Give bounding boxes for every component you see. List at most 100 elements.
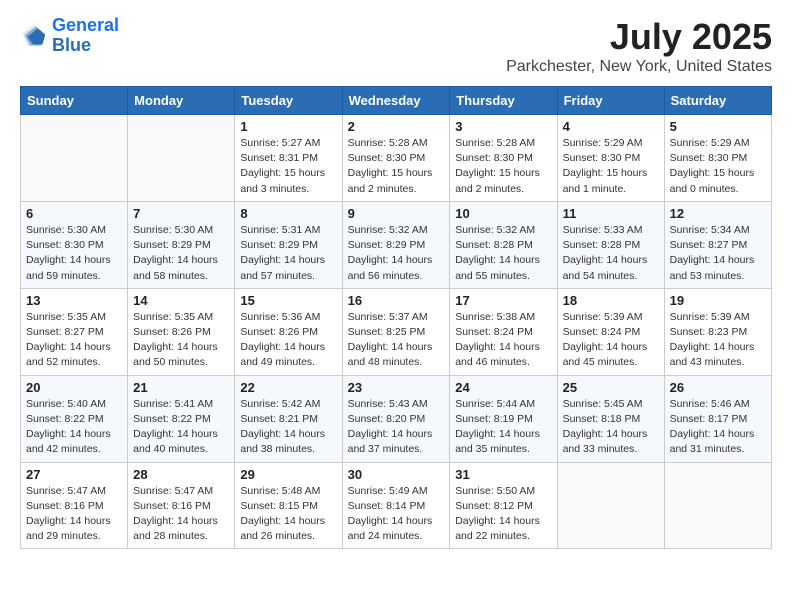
col-header-wednesday: Wednesday bbox=[342, 87, 450, 115]
calendar-cell bbox=[664, 462, 771, 549]
col-header-thursday: Thursday bbox=[450, 87, 557, 115]
day-detail: Sunrise: 5:35 AM Sunset: 8:26 PM Dayligh… bbox=[133, 310, 229, 371]
calendar-cell: 22Sunrise: 5:42 AM Sunset: 8:21 PM Dayli… bbox=[235, 375, 342, 462]
day-number: 29 bbox=[240, 467, 336, 482]
calendar-week-row: 1Sunrise: 5:27 AM Sunset: 8:31 PM Daylig… bbox=[21, 115, 772, 202]
calendar-cell: 25 Sunrise: 5:45 AM Sunset: 8:18 PM Dayli… bbox=[557, 375, 664, 462]
day-detail: Sunrise: 5:32 AM Sunset: 8:29 PM Dayligh… bbox=[348, 223, 445, 284]
calendar-cell: 18Sunrise: 5:39 AM Sunset: 8:24 PM Dayli… bbox=[557, 288, 664, 375]
day-number: 14 bbox=[133, 293, 229, 308]
calendar-cell: 10 Sunrise: 5:32 AM Sunset: 8:28 PM Dayli… bbox=[450, 201, 557, 288]
day-detail: Sunrise: 5:30 AM Sunset: 8:29 PM Dayligh… bbox=[133, 223, 229, 284]
day-detail: Sunrise: 5:33 AM Sunset: 8:28 PM Dayligh… bbox=[563, 223, 659, 284]
day-detail: Sunrise: 5:28 AM Sunset: 8:30 PM Dayligh… bbox=[455, 136, 551, 197]
page-header: General Blue July 2025 Parkchester, New … bbox=[20, 16, 772, 76]
day-number: 27 bbox=[26, 467, 122, 482]
calendar-week-row: 13 Sunrise: 5:35 AM Sunset: 8:27 PM Dayli… bbox=[21, 288, 772, 375]
calendar-cell: 9Sunrise: 5:32 AM Sunset: 8:29 PM Daylig… bbox=[342, 201, 450, 288]
calendar-week-row: 27 Sunrise: 5:47 AM Sunset: 8:16 PM Dayli… bbox=[21, 462, 772, 549]
calendar-week-row: 6 Sunrise: 5:30 AM Sunset: 8:30 PM Daylig… bbox=[21, 201, 772, 288]
calendar-cell: 13 Sunrise: 5:35 AM Sunset: 8:27 PM Dayli… bbox=[21, 288, 128, 375]
calendar-cell: 29 Sunrise: 5:48 AM Sunset: 8:15 PM Dayli… bbox=[235, 462, 342, 549]
day-number: 10 bbox=[455, 206, 551, 221]
day-number: 12 bbox=[670, 206, 766, 221]
calendar-cell bbox=[21, 115, 128, 202]
day-detail: Sunrise: 5:50 AM Sunset: 8:12 PM Dayligh… bbox=[455, 484, 551, 545]
day-number: 16 bbox=[348, 293, 445, 308]
logo: General Blue bbox=[20, 16, 119, 56]
day-number: 23 bbox=[348, 380, 445, 395]
calendar-cell: 2 Sunrise: 5:28 AM Sunset: 8:30 PM Daylig… bbox=[342, 115, 450, 202]
day-number: 3 bbox=[455, 119, 551, 134]
day-number: 5 bbox=[670, 119, 766, 134]
day-detail: Sunrise: 5:31 AM Sunset: 8:29 PM Dayligh… bbox=[240, 223, 336, 284]
calendar-cell: 21 Sunrise: 5:41 AM Sunset: 8:22 PM Dayli… bbox=[128, 375, 235, 462]
calendar-cell: 26 Sunrise: 5:46 AM Sunset: 8:17 PM Dayli… bbox=[664, 375, 771, 462]
col-header-friday: Friday bbox=[557, 87, 664, 115]
day-number: 24 bbox=[455, 380, 551, 395]
day-number: 4 bbox=[563, 119, 659, 134]
day-number: 22 bbox=[240, 380, 336, 395]
calendar-cell: 6 Sunrise: 5:30 AM Sunset: 8:30 PM Daylig… bbox=[21, 201, 128, 288]
calendar-cell: 19 Sunrise: 5:39 AM Sunset: 8:23 PM Dayli… bbox=[664, 288, 771, 375]
calendar-cell bbox=[557, 462, 664, 549]
calendar-cell: 7 Sunrise: 5:30 AM Sunset: 8:29 PM Daylig… bbox=[128, 201, 235, 288]
day-number: 15 bbox=[240, 293, 336, 308]
day-number: 2 bbox=[348, 119, 445, 134]
calendar-cell: 28Sunrise: 5:47 AM Sunset: 8:16 PM Dayli… bbox=[128, 462, 235, 549]
calendar-cell: 15Sunrise: 5:36 AM Sunset: 8:26 PM Dayli… bbox=[235, 288, 342, 375]
day-detail: Sunrise: 5:37 AM Sunset: 8:25 PM Dayligh… bbox=[348, 310, 445, 371]
calendar-cell: 1Sunrise: 5:27 AM Sunset: 8:31 PM Daylig… bbox=[235, 115, 342, 202]
day-detail: Sunrise: 5:30 AM Sunset: 8:30 PM Dayligh… bbox=[26, 223, 122, 284]
day-detail: Sunrise: 5:46 AM Sunset: 8:17 PM Dayligh… bbox=[670, 397, 766, 458]
day-detail: Sunrise: 5:40 AM Sunset: 8:22 PM Dayligh… bbox=[26, 397, 122, 458]
col-header-tuesday: Tuesday bbox=[235, 87, 342, 115]
col-header-saturday: Saturday bbox=[664, 87, 771, 115]
calendar-cell: 12 Sunrise: 5:34 AM Sunset: 8:27 PM Dayli… bbox=[664, 201, 771, 288]
day-number: 28 bbox=[133, 467, 229, 482]
day-number: 13 bbox=[26, 293, 122, 308]
day-detail: Sunrise: 5:38 AM Sunset: 8:24 PM Dayligh… bbox=[455, 310, 551, 371]
day-number: 6 bbox=[26, 206, 122, 221]
calendar-cell: 3 Sunrise: 5:28 AM Sunset: 8:30 PM Daylig… bbox=[450, 115, 557, 202]
day-number: 20 bbox=[26, 380, 122, 395]
main-title: July 2025 bbox=[506, 16, 772, 58]
day-detail: Sunrise: 5:27 AM Sunset: 8:31 PM Dayligh… bbox=[240, 136, 336, 197]
day-number: 30 bbox=[348, 467, 445, 482]
day-number: 8 bbox=[240, 206, 336, 221]
day-number: 26 bbox=[670, 380, 766, 395]
day-number: 11 bbox=[563, 206, 659, 221]
day-detail: Sunrise: 5:29 AM Sunset: 8:30 PM Dayligh… bbox=[670, 136, 766, 197]
day-detail: Sunrise: 5:43 AM Sunset: 8:20 PM Dayligh… bbox=[348, 397, 445, 458]
day-detail: Sunrise: 5:35 AM Sunset: 8:27 PM Dayligh… bbox=[26, 310, 122, 371]
day-detail: Sunrise: 5:45 AM Sunset: 8:18 PM Dayligh… bbox=[563, 397, 659, 458]
calendar-cell: 8 Sunrise: 5:31 AM Sunset: 8:29 PM Daylig… bbox=[235, 201, 342, 288]
calendar-cell: 30 Sunrise: 5:49 AM Sunset: 8:14 PM Dayli… bbox=[342, 462, 450, 549]
day-number: 19 bbox=[670, 293, 766, 308]
day-number: 7 bbox=[133, 206, 229, 221]
calendar-cell: 23 Sunrise: 5:43 AM Sunset: 8:20 PM Dayli… bbox=[342, 375, 450, 462]
day-detail: Sunrise: 5:28 AM Sunset: 8:30 PM Dayligh… bbox=[348, 136, 445, 197]
day-detail: Sunrise: 5:49 AM Sunset: 8:14 PM Dayligh… bbox=[348, 484, 445, 545]
calendar-cell bbox=[128, 115, 235, 202]
calendar-cell: 11 Sunrise: 5:33 AM Sunset: 8:28 PM Dayli… bbox=[557, 201, 664, 288]
day-detail: Sunrise: 5:32 AM Sunset: 8:28 PM Dayligh… bbox=[455, 223, 551, 284]
day-detail: Sunrise: 5:47 AM Sunset: 8:16 PM Dayligh… bbox=[26, 484, 122, 545]
day-detail: Sunrise: 5:39 AM Sunset: 8:24 PM Dayligh… bbox=[563, 310, 659, 371]
day-detail: Sunrise: 5:48 AM Sunset: 8:15 PM Dayligh… bbox=[240, 484, 336, 545]
day-number: 25 bbox=[563, 380, 659, 395]
col-header-monday: Monday bbox=[128, 87, 235, 115]
calendar-table: SundayMondayTuesdayWednesdayThursdayFrid… bbox=[20, 86, 772, 549]
col-header-sunday: Sunday bbox=[21, 87, 128, 115]
day-detail: Sunrise: 5:34 AM Sunset: 8:27 PM Dayligh… bbox=[670, 223, 766, 284]
calendar-cell: 16 Sunrise: 5:37 AM Sunset: 8:25 PM Dayli… bbox=[342, 288, 450, 375]
calendar-cell: 20 Sunrise: 5:40 AM Sunset: 8:22 PM Dayli… bbox=[21, 375, 128, 462]
day-number: 21 bbox=[133, 380, 229, 395]
day-detail: Sunrise: 5:39 AM Sunset: 8:23 PM Dayligh… bbox=[670, 310, 766, 371]
calendar-cell: 27 Sunrise: 5:47 AM Sunset: 8:16 PM Dayli… bbox=[21, 462, 128, 549]
calendar-cell: 4Sunrise: 5:29 AM Sunset: 8:30 PM Daylig… bbox=[557, 115, 664, 202]
subtitle: Parkchester, New York, United States bbox=[506, 58, 772, 76]
calendar-week-row: 20 Sunrise: 5:40 AM Sunset: 8:22 PM Dayli… bbox=[21, 375, 772, 462]
calendar-cell: 17Sunrise: 5:38 AM Sunset: 8:24 PM Dayli… bbox=[450, 288, 557, 375]
day-detail: Sunrise: 5:41 AM Sunset: 8:22 PM Dayligh… bbox=[133, 397, 229, 458]
